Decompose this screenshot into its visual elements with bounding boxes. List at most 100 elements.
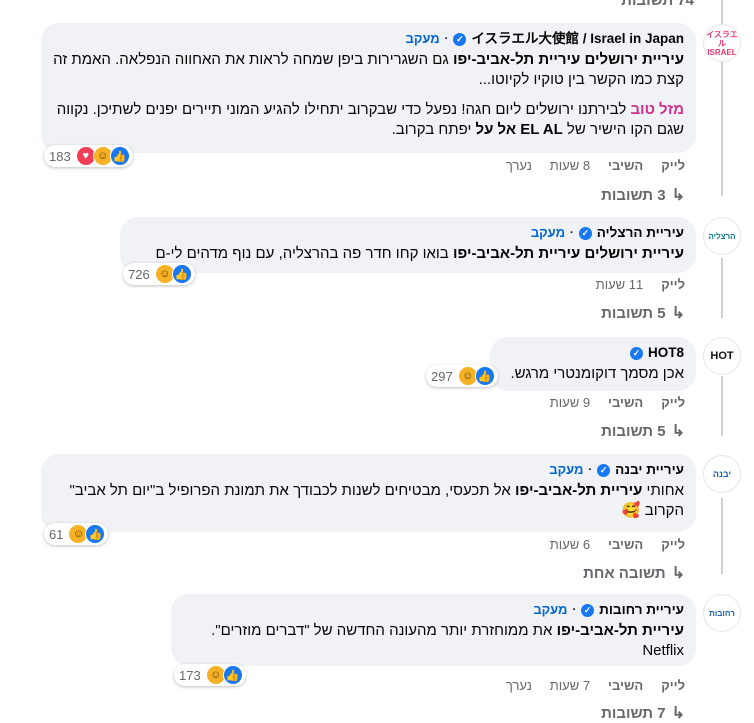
comment-text-paragraph: מזל טוב לבירתנו ירושלים ליום חגה! נפעל כ… — [53, 100, 684, 140]
comment-text-part: אחותי — [642, 482, 684, 499]
comment-text: אחותי עיריית תל-אביב-יפו אל תכעסי, מבטיח… — [53, 481, 684, 521]
separator-dot: · — [588, 464, 593, 476]
comment-bubble: עיריית הרצליה ✓ · מעקב עיריית ירושלים עי… — [120, 217, 696, 273]
tag-tel-aviv[interactable]: עיריית תל-אביב-יפו — [453, 245, 580, 262]
like-reaction-icon: 👍 — [171, 264, 192, 284]
reaction-count: 726 — [128, 266, 150, 282]
timestamp[interactable]: 7 שעות — [550, 678, 590, 693]
reply-button[interactable]: השיבי — [608, 395, 643, 410]
yavne-emblem-icon: יבנה — [712, 469, 732, 479]
avatar[interactable]: יבנה — [703, 455, 741, 493]
verified-badge-icon: ✓ — [581, 603, 595, 617]
comment-text-part: בואו קחו חדר פה בהרצליה, עם נוף מדהים לי… — [155, 245, 453, 262]
comment-text-part: יפתח בקרוב. — [391, 121, 476, 138]
timestamp[interactable]: 11 שעות — [596, 277, 644, 292]
avatar[interactable]: הרצליה — [703, 217, 741, 255]
like-button[interactable]: לייק — [661, 537, 685, 552]
view-replies-link[interactable]: ↳ 5 תשובות — [601, 303, 685, 323]
verified-badge-icon: ✓ — [597, 463, 611, 477]
view-replies-link[interactable]: ↳ תשובה אחת — [583, 563, 685, 583]
view-replies-link[interactable]: ↳ 3 תשובות — [601, 185, 685, 205]
comment-bubble: HOT8 ✓ אכן מסמך דוקומנטרי מרגש. — [490, 337, 696, 391]
reactions-summary[interactable]: 183 ♥ ☺ 👍 — [44, 145, 133, 167]
comment-text-part: לבירתנו ירושלים ליום חגה! נפעל כדי שבקרו… — [56, 101, 684, 138]
replies-count: תשובה אחת — [583, 564, 666, 582]
author-name[interactable]: עיריית רחובות — [599, 601, 684, 619]
comment-header: עיריית הרצליה ✓ · מעקב — [132, 224, 684, 242]
thread-line — [721, 498, 723, 574]
thread-line — [721, 258, 723, 318]
reaction-count: 297 — [431, 368, 453, 384]
comment-actions: לייק השיבי 7 שעות נערך — [506, 678, 685, 693]
reactions-summary[interactable]: 173 ☺ 👍 — [174, 664, 246, 686]
comment-header: עיריית יבנה ✓ · מעקב — [53, 461, 684, 479]
like-button[interactable]: לייק — [661, 158, 685, 173]
comment-bubble: עיריית יבנה ✓ · מעקב אחותי עיריית תל-אבי… — [41, 454, 696, 532]
tag-jerusalem[interactable]: עיריית ירושלים — [584, 245, 684, 262]
author-name[interactable]: עיריית הרצליה — [597, 224, 684, 242]
reactions-summary[interactable]: 726 ☺ 👍 — [123, 263, 195, 285]
view-replies-link[interactable]: ↳ 7 תשובות — [601, 703, 685, 723]
reactions-summary[interactable]: 297 ☺ 👍 — [426, 365, 498, 387]
comment-bubble: עיריית רחובות ✓ · מעקב עיריית תל-אביב-יפ… — [171, 594, 696, 666]
reaction-count: 183 — [49, 148, 71, 164]
like-button[interactable]: לייק — [661, 277, 685, 292]
top-replies-link[interactable]: 74 תשובות — [621, 0, 694, 9]
highlight-text: מזל טוב — [630, 101, 684, 118]
tag-tel-aviv[interactable]: עיריית תל-אביב-יפו — [515, 482, 642, 499]
hearts-emoji-icon: 🥰 — [621, 502, 641, 519]
comment-actions: לייק השיבי 6 שעות — [550, 537, 685, 552]
reactions-summary[interactable]: 61 ☺ 👍 — [44, 523, 109, 545]
avatar[interactable]: HOT — [703, 337, 741, 375]
comment-actions: לייק השיבי 8 שעות נערך — [506, 158, 685, 173]
timestamp[interactable]: 6 שעות — [550, 537, 590, 552]
avatar[interactable]: רחובות — [703, 594, 741, 632]
tag-tel-aviv[interactable]: עיריית תל-אביב-יפו — [557, 622, 684, 639]
reply-button[interactable]: השיבי — [608, 537, 643, 552]
separator-dot: · — [570, 227, 574, 239]
like-button[interactable]: לייק — [661, 678, 685, 693]
author-name[interactable]: イスラエル大使館 / Israel in Japan — [471, 30, 684, 48]
israel-japan-logo-icon: イスラエル ISRAEL — [706, 29, 738, 57]
reply-button[interactable]: השיבי — [608, 678, 643, 693]
replies-count: 5 תשובות — [601, 304, 666, 322]
hot8-logo-icon: HOT — [710, 350, 734, 362]
follow-button[interactable]: מעקב — [549, 461, 583, 479]
reply-arrow-icon: ↳ — [671, 423, 685, 440]
comment-text: עיריית ירושלים עיריית תל-אביב-יפו גם השג… — [53, 50, 684, 90]
comment-bubble: イスラエル大使館 / Israel in Japan ✓ · מעקב עירי… — [41, 23, 696, 153]
thread-line — [721, 376, 723, 436]
like-reaction-icon: 👍 — [474, 366, 495, 386]
timestamp[interactable]: 9 שעות — [550, 395, 590, 410]
tag-elal[interactable]: EL AL אל על — [476, 121, 563, 138]
comment-actions: לייק השיבי 9 שעות — [550, 395, 685, 410]
comment-text: עיריית ירושלים עיריית תל-אביב-יפו בואו ק… — [132, 244, 684, 264]
tag-jerusalem[interactable]: עיריית ירושלים — [584, 51, 684, 68]
reply-button[interactable]: השיבי — [608, 158, 643, 173]
tag-tel-aviv[interactable]: עיריית תל-אביב-יפו — [453, 51, 580, 68]
verified-badge-icon: ✓ — [578, 226, 592, 240]
like-reaction-icon: 👍 — [85, 524, 106, 544]
reply-arrow-icon: ↳ — [671, 187, 685, 204]
reply-arrow-icon: ↳ — [671, 305, 685, 322]
comment-header: עיריית רחובות ✓ · מעקב — [183, 601, 684, 619]
verified-badge-icon: ✓ — [453, 32, 467, 46]
follow-button[interactable]: מעקב — [533, 601, 567, 619]
view-replies-link[interactable]: ↳ 5 תשובות — [601, 421, 685, 441]
comment-header: イスラエル大使館 / Israel in Japan ✓ · מעקב — [53, 30, 685, 48]
author-name[interactable]: HOT8 — [648, 344, 684, 362]
edited-label: נערך — [505, 678, 532, 693]
replies-count: 5 תשובות — [601, 422, 666, 440]
timestamp[interactable]: 8 שעות — [550, 158, 590, 173]
reply-arrow-icon: ↳ — [671, 565, 685, 582]
follow-button[interactable]: מעקב — [406, 30, 440, 48]
author-name[interactable]: עיריית יבנה — [615, 461, 684, 479]
separator-dot: · — [444, 33, 449, 45]
rehovot-logo-icon: רחובות — [709, 608, 735, 618]
like-button[interactable]: לייק — [661, 395, 685, 410]
comment-actions: לייק 11 שעות — [596, 277, 685, 292]
follow-button[interactable]: מעקב — [531, 224, 565, 242]
avatar[interactable]: イスラエル ISRAEL — [703, 24, 741, 62]
like-reaction-icon: 👍 — [222, 665, 243, 685]
comment-header: HOT8 ✓ — [502, 344, 684, 362]
